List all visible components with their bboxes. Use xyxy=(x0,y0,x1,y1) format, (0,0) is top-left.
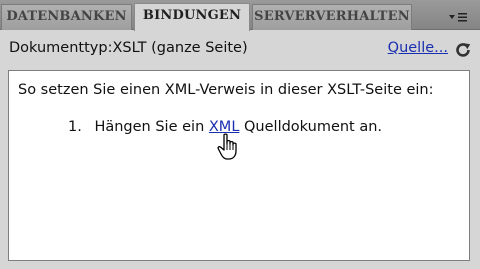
tab-datenbanken[interactable]: DATENBANKEN xyxy=(1,4,132,30)
step-text-before: Hängen Sie ein xyxy=(94,119,209,135)
instructions-text: So setzen Sie einen XML-Verweis in diese… xyxy=(18,82,434,98)
bindings-panel: DATENBANKEN BINDUNGEN SERVERVERHALTEN Do… xyxy=(0,0,480,269)
source-link[interactable]: Quelle... xyxy=(388,40,448,56)
hand-cursor-icon xyxy=(216,133,242,161)
refresh-icon[interactable] xyxy=(454,41,472,59)
content-area: So setzen Sie einen XML-Verweis in diese… xyxy=(8,70,470,261)
step-text-after: Quelldokument an. xyxy=(239,119,383,135)
doctype-label: Dokumenttyp:XSLT (ganze Seite) xyxy=(9,40,248,56)
panel-menu-icon[interactable] xyxy=(436,7,476,25)
doctype-row: Dokumenttyp:XSLT (ganze Seite) Quelle... xyxy=(0,30,480,68)
panel-tab-bar: DATENBANKEN BINDUNGEN SERVERVERHALTEN xyxy=(0,0,480,31)
step-number: 1. xyxy=(68,119,82,135)
tab-serververhalten[interactable]: SERVERVERHALTEN xyxy=(252,4,412,30)
tab-bindungen[interactable]: BINDUNGEN xyxy=(134,3,250,31)
